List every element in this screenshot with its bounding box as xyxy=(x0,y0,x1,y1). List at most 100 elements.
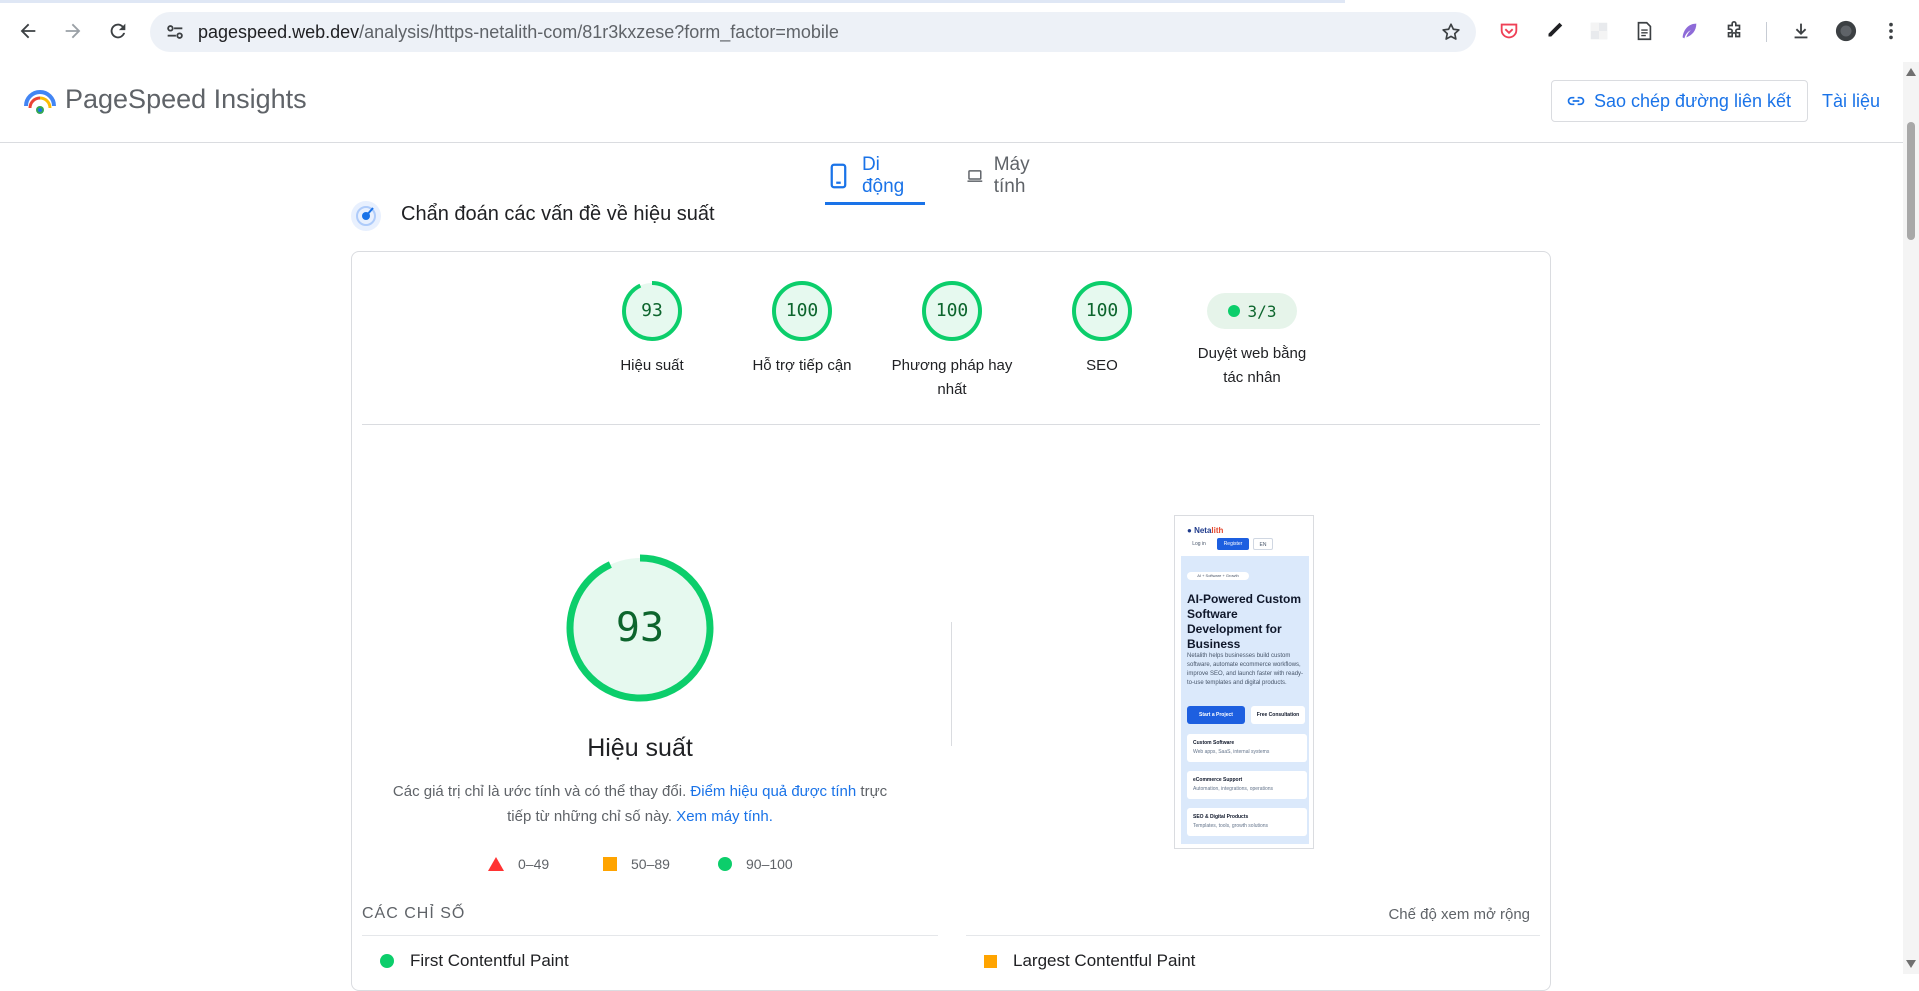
puzzle-icon xyxy=(1727,21,1741,38)
expand-view-toggle[interactable]: Chế độ xem mở rộng xyxy=(1388,906,1530,923)
thumb-card: SEO & Digital Products Templates, tools, … xyxy=(1187,808,1307,836)
gauge-score: 100 xyxy=(785,300,819,321)
pocket-icon xyxy=(1500,23,1518,39)
url-path: /analysis/https-netalith-com/81r3kxzese?… xyxy=(359,22,839,42)
smartphone-icon xyxy=(830,163,847,189)
eyedropper-extension-button[interactable] xyxy=(1542,19,1566,43)
thumb-card-sub: Templates, tools, growth solutions xyxy=(1193,823,1269,829)
psi-header: PageSpeed Insights Sao chép đường liên k… xyxy=(0,62,1903,143)
report-card: 93 Hiệu suất 100 Hỗ trợ tiếp cận 100 Phư… xyxy=(351,251,1551,991)
reload-icon xyxy=(110,23,126,39)
url-host: pagespeed.web.dev xyxy=(198,22,360,42)
url-text[interactable]: pagespeed.web.dev/analysis/https-netalit… xyxy=(198,22,839,43)
document-extension-button[interactable] xyxy=(1632,19,1656,43)
gauge-label: Hỗ trợ tiếp cận xyxy=(752,357,852,374)
copy-link-button[interactable]: Sao chép đường liên kết xyxy=(1551,80,1808,122)
green-circle-icon xyxy=(380,954,394,968)
thumb-card-title: Custom Software xyxy=(1193,740,1235,746)
metrics-title: CÁC CHỈ SỐ xyxy=(362,905,466,922)
scrollbar-thumb[interactable] xyxy=(1907,122,1915,240)
metric-fcp[interactable]: First Contentful Paint xyxy=(380,951,569,971)
metric-lcp[interactable]: Largest Contentful Paint xyxy=(984,951,1195,971)
copy-link-label: Sao chép đường liên kết xyxy=(1594,90,1791,111)
legend-label: 50–89 xyxy=(631,856,670,872)
thumb-login: Log in xyxy=(1192,541,1206,547)
legend-good: 90–100 xyxy=(718,856,793,872)
tab-desktop-label: Máy tính xyxy=(993,154,1030,197)
score-calculation-link[interactable]: Điểm hiệu quả được tính xyxy=(690,783,856,800)
thumb-card: Custom Software Web apps, SaaS, internal … xyxy=(1187,734,1307,762)
calculator-link[interactable]: Xem máy tính. xyxy=(676,808,773,825)
agent-score: 3/3 xyxy=(1247,301,1277,321)
page-scrollbar[interactable] xyxy=(1903,62,1919,974)
thumb-card-title: eCommerce Support xyxy=(1193,777,1243,783)
gauge-score: 100 xyxy=(1085,300,1119,321)
green-circle-icon xyxy=(718,857,732,871)
legend-label: 0–49 xyxy=(518,856,550,872)
scroll-up-arrow-icon[interactable] xyxy=(1906,68,1916,76)
tab-mobile-label: Di động xyxy=(861,154,905,197)
thumb-badge: AI + Software + Growth xyxy=(1187,572,1249,580)
checkerboard-icon xyxy=(1590,22,1608,40)
thumb-card-sub: Web apps, SaaS, internal systems xyxy=(1193,749,1270,755)
pocket-extension-button[interactable] xyxy=(1497,19,1521,43)
gauge-best-practices[interactable]: 100 Phương pháp hay nhất xyxy=(882,280,1022,402)
gauge-accessibility[interactable]: 100 Hỗ trợ tiếp cận xyxy=(732,280,872,378)
gauge-ring: 93 xyxy=(621,280,683,342)
gauge-seo[interactable]: 100 SEO xyxy=(1032,280,1172,378)
thumb-card-sub: Automation, integrations, operations xyxy=(1193,786,1274,792)
tab-strip-edge xyxy=(0,0,1345,3)
agent-score-pill: 3/3 xyxy=(1207,293,1297,329)
download-icon xyxy=(1794,23,1808,39)
laptop-icon xyxy=(967,170,983,182)
thumb-brand: ● Netalith xyxy=(1187,526,1224,535)
address-bar[interactable]: pagespeed.web.dev/analysis/https-netalit… xyxy=(150,12,1476,52)
red-triangle-icon xyxy=(488,857,504,871)
pass-dot-icon xyxy=(1227,305,1240,317)
downloads-button[interactable] xyxy=(1789,19,1813,43)
tab-desktop[interactable]: Máy tính xyxy=(966,150,1040,202)
extensions-puzzle-button[interactable] xyxy=(1722,19,1746,43)
profile-avatar-button[interactable] xyxy=(1834,19,1858,43)
gauge-performance[interactable]: 93 Hiệu suất xyxy=(582,280,722,378)
thumb-brand-1: Neta xyxy=(1194,526,1212,535)
page-title[interactable]: PageSpeed Insights xyxy=(65,84,307,115)
thumb-card: eCommerce Support Automation, integration… xyxy=(1187,771,1307,799)
gauge-label: Phương pháp hay nhất xyxy=(891,357,1013,398)
gauge-score: 93 xyxy=(641,300,663,321)
thumb-register: Register xyxy=(1217,538,1249,550)
metric-label: Largest Contentful Paint xyxy=(1013,951,1196,970)
page-screenshot-thumbnail[interactable]: ● Netalith Log in Register EN AI + Softw… xyxy=(1174,515,1314,849)
arrow-right-icon xyxy=(65,23,81,39)
gauge-agentic-browsing[interactable]: 3/3 Duyệt web bằng tác nhân xyxy=(1182,280,1322,390)
link-icon xyxy=(1567,96,1585,106)
feather-extension-button[interactable] xyxy=(1677,19,1701,43)
reload-button[interactable] xyxy=(102,15,134,47)
gauge-ring: 100 xyxy=(1071,280,1133,342)
pagespeed-logo-icon[interactable] xyxy=(22,86,58,118)
tab-mobile[interactable]: Di động xyxy=(825,150,925,205)
eyedropper-icon xyxy=(1548,22,1563,37)
back-button[interactable] xyxy=(12,15,44,47)
thumb-cta-secondary: Free Consultation xyxy=(1251,706,1305,724)
kebab-menu-icon xyxy=(1889,22,1893,40)
performance-score-gauge: 93 xyxy=(564,552,716,704)
forward-button[interactable] xyxy=(57,15,89,47)
feather-icon xyxy=(1682,23,1697,39)
legend-poor: 0–49 xyxy=(488,856,549,872)
gauge-label: Duyệt web bằng tác nhân xyxy=(1197,345,1307,386)
gauge-ring: 100 xyxy=(921,280,983,342)
browser-menu-button[interactable] xyxy=(1879,19,1903,43)
performance-score: 93 xyxy=(615,605,665,651)
bookmark-star-icon[interactable] xyxy=(1440,21,1462,43)
site-settings-icon[interactable] xyxy=(164,21,186,43)
vertical-divider xyxy=(951,622,952,746)
docs-link[interactable]: Tài liệu xyxy=(1822,91,1880,112)
checker-extension-button[interactable] xyxy=(1587,19,1611,43)
metric-label: First Contentful Paint xyxy=(410,951,569,970)
thumb-headline: AI-Powered Custom Software Development f… xyxy=(1187,592,1302,651)
scroll-down-arrow-icon[interactable] xyxy=(1906,960,1916,968)
thumb-brand-2: lith xyxy=(1211,526,1224,535)
avatar-icon xyxy=(1835,20,1857,42)
gauge-ring: 100 xyxy=(771,280,833,342)
